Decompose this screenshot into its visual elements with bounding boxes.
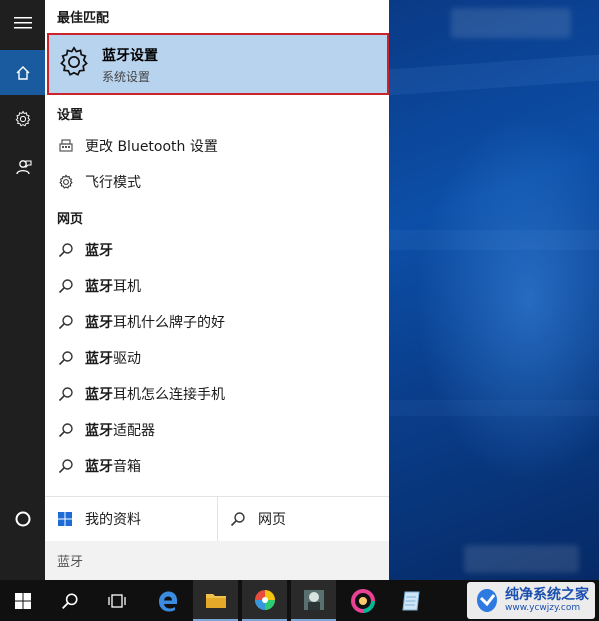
web-result-item[interactable]: 蓝牙耳机怎么连接手机 <box>57 381 387 407</box>
web-search-button[interactable]: 网页 <box>217 497 389 541</box>
watermark-name: 纯净系统之家 <box>505 587 589 603</box>
search-icon <box>57 421 75 439</box>
web-header: 网页 <box>57 212 84 227</box>
folder-icon <box>205 593 226 608</box>
windows-logo-icon <box>58 512 72 526</box>
color-picker-app-button[interactable] <box>340 580 385 621</box>
web-result-item[interactable]: 蓝牙驱动 <box>57 345 387 371</box>
edge-icon <box>158 591 177 611</box>
watermark-url: www.ycwjzy.com <box>505 603 581 613</box>
cortana-button[interactable] <box>0 496 45 541</box>
home-button[interactable] <box>0 50 45 95</box>
best-match-subtitle: 系统设置 <box>102 70 151 84</box>
web-result-bold: 蓝牙 <box>85 387 113 403</box>
search-input[interactable]: 蓝牙 <box>45 541 389 580</box>
web-search-label: 网页 <box>258 512 286 528</box>
home-icon <box>16 65 29 80</box>
wallpaper-light-beam <box>389 400 599 416</box>
web-result-item[interactable]: 蓝牙耳机 <box>57 273 387 299</box>
search-icon <box>57 313 75 331</box>
desktop-wallpaper <box>389 0 599 580</box>
search-icon <box>57 457 75 475</box>
web-result-item[interactable]: 蓝牙 <box>57 237 387 263</box>
photo-app-button[interactable] <box>291 580 336 621</box>
settings-item-airplane-mode[interactable]: 飞行模式 <box>57 169 387 195</box>
web-result-bold: 蓝牙 <box>85 315 113 331</box>
best-match-title: 蓝牙设置 <box>102 48 158 64</box>
wallpaper-light-beam <box>389 54 599 96</box>
task-view-icon <box>107 593 126 608</box>
color-wheel-icon <box>254 589 275 610</box>
color-circle-icon <box>350 588 375 613</box>
web-result-rest: 音箱 <box>113 459 141 475</box>
web-result-item[interactable]: 蓝牙耳机什么牌子的好 <box>57 309 387 335</box>
web-result-rest: 驱动 <box>113 351 141 367</box>
hamburger-icon <box>13 16 32 28</box>
web-result-rest: 耳机 <box>113 279 141 295</box>
bluetooth-device-icon <box>57 137 75 155</box>
hamburger-menu-button[interactable] <box>0 0 45 45</box>
settings-rail-button[interactable] <box>0 96 45 141</box>
desktop-icon-blurred[interactable] <box>451 8 571 38</box>
search-icon <box>57 385 75 403</box>
taskbar-search-button[interactable] <box>47 580 92 621</box>
search-icon <box>57 241 75 259</box>
settings-header: 设置 <box>57 108 84 123</box>
search-query-text: 蓝牙 <box>57 555 84 570</box>
task-view-button[interactable] <box>94 580 139 621</box>
search-icon <box>57 349 75 367</box>
file-explorer-button[interactable] <box>193 580 238 621</box>
web-result-rest: 耳机怎么连接手机 <box>113 387 225 403</box>
wallpaper-light-beam <box>389 230 599 250</box>
web-result-item[interactable]: 蓝牙适配器 <box>57 417 387 443</box>
web-result-bold: 蓝牙 <box>85 279 113 295</box>
gear-icon <box>15 110 30 126</box>
desktop-icon-blurred[interactable] <box>464 545 579 573</box>
gear-icon <box>57 173 75 191</box>
settings-item-label: 飞行模式 <box>85 175 141 191</box>
web-result-item[interactable]: 蓝牙音箱 <box>57 453 387 479</box>
site-watermark: 纯净系统之家 www.ycwjzy.com <box>467 582 595 619</box>
my-stuff-label: 我的资料 <box>85 512 141 528</box>
notepad-icon <box>401 591 420 610</box>
photo-icon <box>303 589 324 610</box>
gear-icon <box>57 45 91 83</box>
start-left-rail <box>0 0 45 580</box>
start-button[interactable] <box>0 580 45 621</box>
settings-item-bluetooth[interactable]: 更改 Bluetooth 设置 <box>57 133 387 159</box>
web-result-rest: 适配器 <box>113 423 155 439</box>
web-result-bold: 蓝牙 <box>85 351 113 367</box>
feedback-icon <box>15 159 32 174</box>
web-result-bold: 蓝牙 <box>85 243 113 259</box>
settings-item-label: 更改 Bluetooth 设置 <box>85 139 218 155</box>
windows-logo-icon <box>14 592 31 609</box>
my-stuff-button[interactable]: 我的资料 <box>45 497 216 541</box>
best-match-bluetooth-settings[interactable]: 蓝牙设置 系统设置 <box>47 33 389 95</box>
web-result-bold: 蓝牙 <box>85 423 113 439</box>
edge-browser-button[interactable] <box>145 580 190 621</box>
search-icon <box>230 512 245 527</box>
best-match-header: 最佳匹配 <box>57 11 110 26</box>
color-app-button[interactable] <box>242 580 287 621</box>
cortana-circle-icon <box>15 511 30 526</box>
search-results-panel: 最佳匹配 蓝牙设置 系统设置 设置 更改 Bluetooth 设置 飞行模式 网… <box>45 0 389 580</box>
feedback-button[interactable] <box>0 144 45 189</box>
search-icon <box>57 277 75 295</box>
taskbar: 纯净系统之家 www.ycwjzy.com <box>0 580 599 621</box>
watermark-logo-icon <box>477 588 497 612</box>
web-result-rest: 耳机什么牌子的好 <box>113 315 225 331</box>
web-result-bold: 蓝牙 <box>85 459 113 475</box>
notes-app-button[interactable] <box>388 580 433 621</box>
search-icon <box>61 592 78 609</box>
